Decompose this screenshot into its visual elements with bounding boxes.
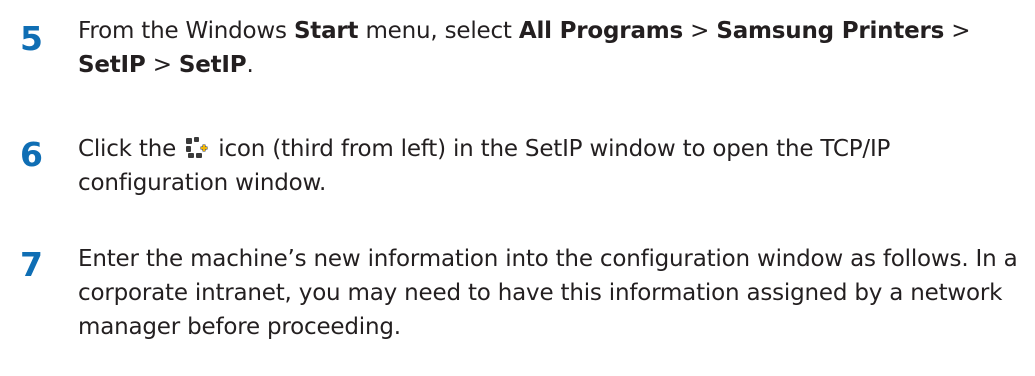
step-text: Click the icon (third from left) in the … (78, 132, 1023, 200)
text-segment: > (944, 18, 971, 44)
step-number: 6 (20, 135, 43, 174)
text-segment: menu, select (358, 18, 519, 44)
step-text: Enter the machine’s new information into… (78, 246, 1018, 340)
text-segment: > (145, 52, 179, 78)
text-segment: Click the (78, 136, 184, 162)
step-number: 7 (20, 245, 43, 284)
step-text: From the Windows Start menu, select All … (78, 14, 1023, 82)
gear-plus-icon (185, 135, 209, 158)
text-segment: From the Windows (78, 18, 294, 44)
bold-start: Start (293, 18, 359, 44)
bold-samsung-printers: Samsung Printers (716, 18, 945, 44)
bold-setip-app: SetIP (178, 52, 247, 78)
text-segment: . (246, 52, 254, 78)
bold-setip-folder: SetIP (78, 52, 146, 78)
bold-all-programs: All Programs (518, 18, 684, 44)
text-segment: > (683, 18, 717, 44)
step-number: 5 (20, 19, 43, 58)
